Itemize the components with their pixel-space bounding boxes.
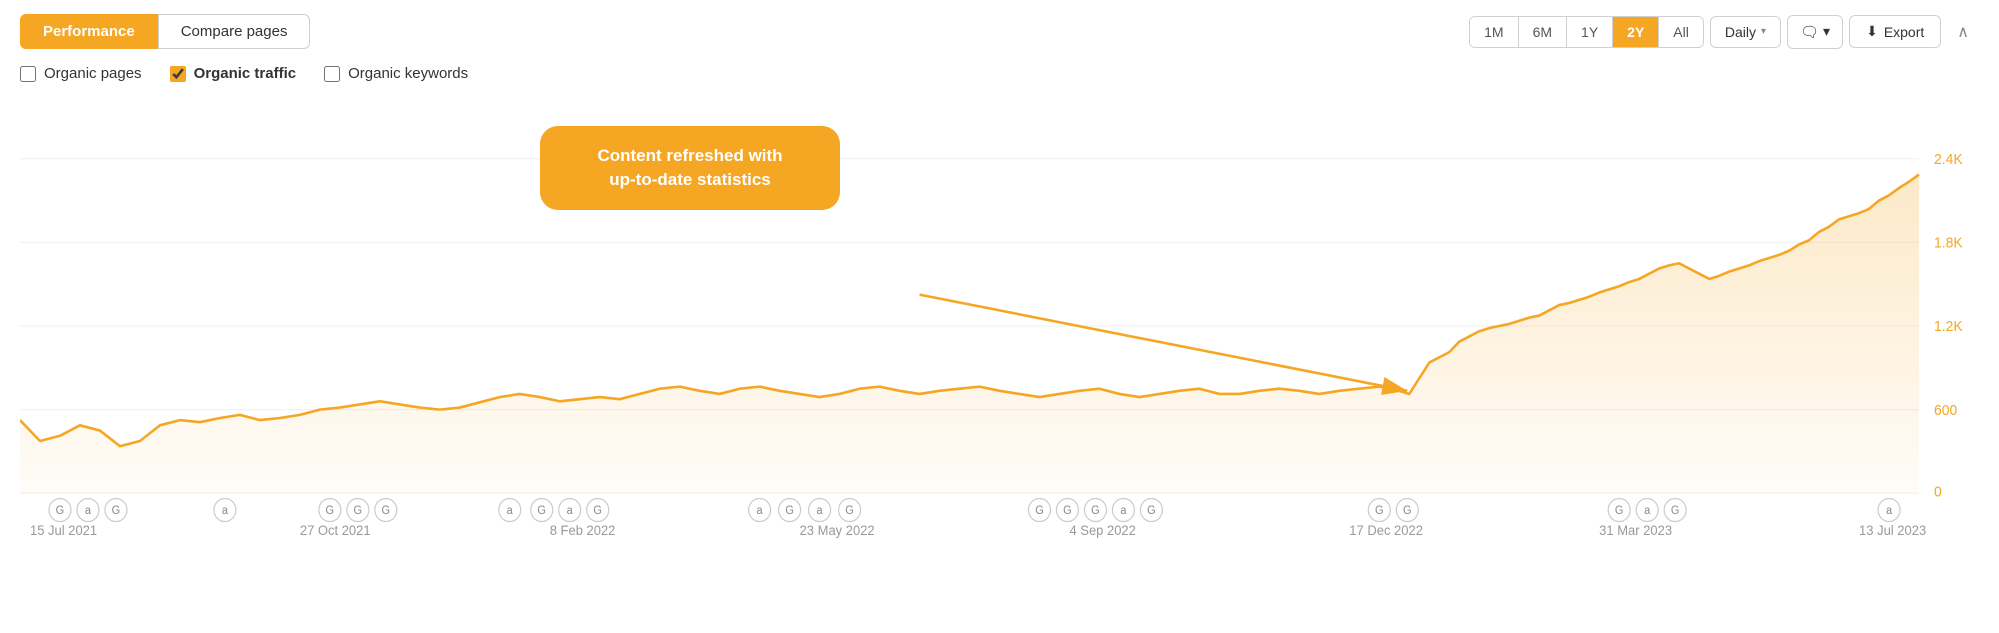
organic-pages-checkbox[interactable] <box>20 66 36 82</box>
svg-text:a: a <box>567 505 574 517</box>
svg-text:G: G <box>1035 505 1044 517</box>
chart-svg: 15 Jul 2021 27 Oct 2021 8 Feb 2022 23 Ma… <box>20 96 1979 556</box>
svg-text:a: a <box>1120 505 1127 517</box>
export-button[interactable]: ⬇ Export <box>1849 15 1941 48</box>
tooltip-text: Content refreshed withup-to-date statist… <box>597 146 782 189</box>
organic-traffic-label: Organic traffic <box>194 65 297 82</box>
organic-traffic-filter[interactable]: Organic traffic <box>170 65 297 82</box>
svg-text:a: a <box>1886 505 1893 517</box>
export-label: Export <box>1884 24 1924 40</box>
svg-text:1.8K: 1.8K <box>1934 235 1963 251</box>
time-6m[interactable]: 6M <box>1519 17 1567 47</box>
svg-text:G: G <box>1403 505 1412 517</box>
organic-pages-filter[interactable]: Organic pages <box>20 65 142 82</box>
svg-text:G: G <box>326 505 335 517</box>
dropdown-caret-icon: ▾ <box>1761 26 1766 37</box>
svg-text:0: 0 <box>1934 484 1942 500</box>
svg-text:a: a <box>1644 505 1651 517</box>
svg-text:G: G <box>537 505 546 517</box>
svg-text:17 Dec 2022: 17 Dec 2022 <box>1349 523 1423 538</box>
page-container: Performance Compare pages 1M 6M 1Y 2Y Al… <box>0 0 1999 633</box>
svg-text:a: a <box>507 505 514 517</box>
export-icon: ⬇ <box>1866 23 1878 40</box>
svg-text:2.4K: 2.4K <box>1934 152 1963 168</box>
organic-pages-label: Organic pages <box>44 65 142 82</box>
time-1y[interactable]: 1Y <box>1567 17 1613 47</box>
svg-text:31 Mar 2023: 31 Mar 2023 <box>1599 523 1672 538</box>
svg-text:a: a <box>222 505 229 517</box>
tooltip-bubble: Content refreshed withup-to-date statist… <box>540 126 840 210</box>
svg-text:8 Feb 2022: 8 Feb 2022 <box>550 523 616 538</box>
svg-text:G: G <box>112 505 121 517</box>
organic-keywords-label: Organic keywords <box>348 65 468 82</box>
time-btn-group: 1M 6M 1Y 2Y All <box>1469 16 1704 48</box>
svg-text:13 Jul 2023: 13 Jul 2023 <box>1859 523 1926 538</box>
svg-text:G: G <box>1375 505 1384 517</box>
comment-icon: 🗨 <box>1800 23 1819 41</box>
organic-traffic-checkbox[interactable] <box>170 66 186 82</box>
tab-group: Performance Compare pages <box>20 14 310 49</box>
collapse-button[interactable]: ∧ <box>1947 16 1979 48</box>
time-2y[interactable]: 2Y <box>1613 17 1659 47</box>
svg-text:4 Sep 2022: 4 Sep 2022 <box>1069 523 1135 538</box>
svg-text:G: G <box>56 505 65 517</box>
svg-text:15 Jul 2021: 15 Jul 2021 <box>30 523 97 538</box>
svg-text:G: G <box>1091 505 1100 517</box>
svg-text:1.2K: 1.2K <box>1934 319 1963 335</box>
svg-text:G: G <box>354 505 363 517</box>
svg-text:a: a <box>817 505 824 517</box>
svg-text:G: G <box>382 505 391 517</box>
svg-text:27 Oct 2021: 27 Oct 2021 <box>300 523 371 538</box>
svg-text:a: a <box>757 505 764 517</box>
daily-label: Daily <box>1725 24 1756 40</box>
checkbox-row: Organic pages Organic traffic Organic ke… <box>20 65 1979 82</box>
time-all[interactable]: All <box>1659 17 1703 47</box>
tab-performance[interactable]: Performance <box>20 14 158 49</box>
svg-text:G: G <box>1615 505 1624 517</box>
chart-area: 15 Jul 2021 27 Oct 2021 8 Feb 2022 23 Ma… <box>20 96 1979 556</box>
svg-text:G: G <box>1671 505 1680 517</box>
comment-button[interactable]: 🗨 ▾ <box>1787 15 1843 49</box>
organic-keywords-checkbox[interactable] <box>324 66 340 82</box>
svg-text:600: 600 <box>1934 403 1957 419</box>
daily-dropdown[interactable]: Daily ▾ <box>1710 16 1781 48</box>
time-1m[interactable]: 1M <box>1470 17 1518 47</box>
svg-text:G: G <box>1063 505 1072 517</box>
svg-text:G: G <box>593 505 602 517</box>
svg-text:23 May 2022: 23 May 2022 <box>800 523 875 538</box>
tab-compare[interactable]: Compare pages <box>158 14 311 49</box>
comment-caret-icon: ▾ <box>1823 23 1830 40</box>
svg-text:G: G <box>845 505 854 517</box>
svg-text:a: a <box>85 505 92 517</box>
svg-text:G: G <box>1147 505 1156 517</box>
controls-right: 1M 6M 1Y 2Y All Daily ▾ 🗨 ▾ ⬇ Export ∧ <box>1469 15 1979 49</box>
chevron-up-icon: ∧ <box>1957 24 1969 41</box>
header-row: Performance Compare pages 1M 6M 1Y 2Y Al… <box>20 14 1979 49</box>
svg-text:G: G <box>785 505 794 517</box>
organic-keywords-filter[interactable]: Organic keywords <box>324 65 468 82</box>
